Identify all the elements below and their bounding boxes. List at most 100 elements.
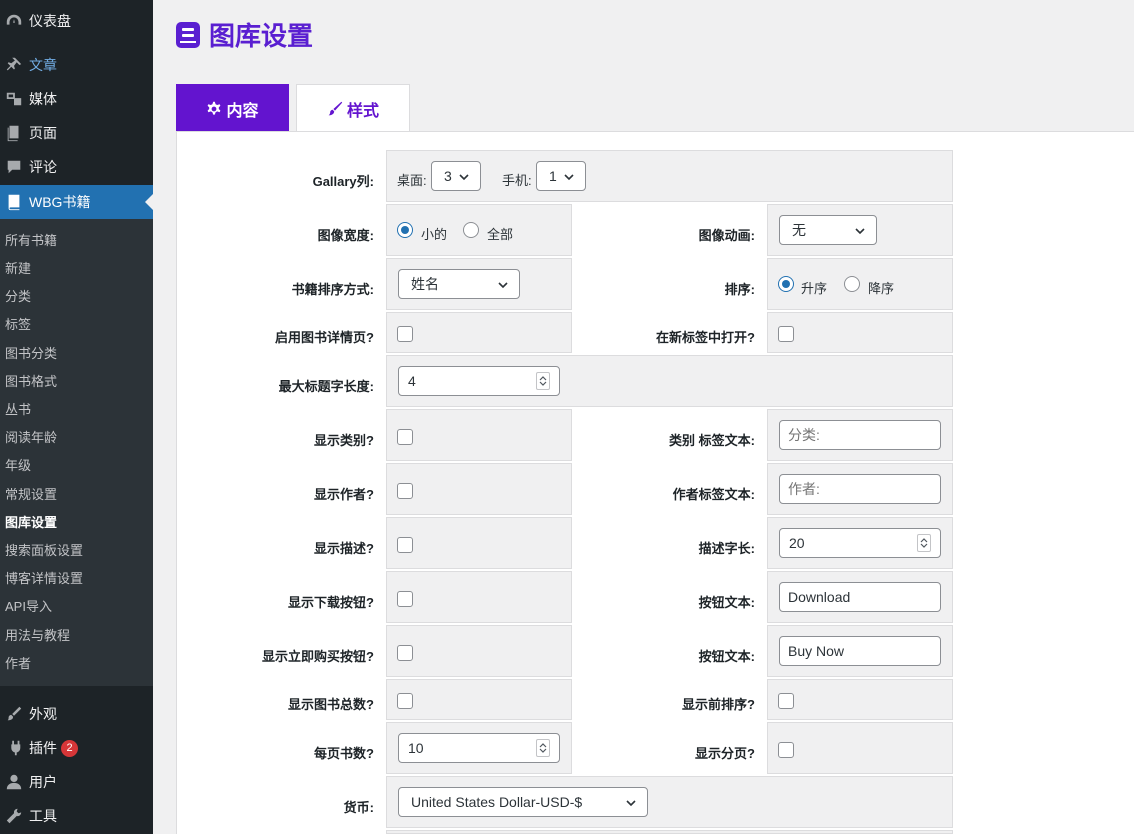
submenu-item[interactable]: 年级 bbox=[5, 457, 31, 475]
page-icon bbox=[2, 123, 26, 143]
category-text-input[interactable] bbox=[779, 420, 941, 450]
enable-detail-checkbox[interactable] bbox=[397, 326, 413, 342]
menu-item-wbg-books[interactable]: WBG书籍 bbox=[0, 185, 153, 219]
submenu-item[interactable]: API导入 bbox=[5, 598, 52, 616]
show-pagination-label: 显示分页? bbox=[695, 746, 755, 761]
chevron-down-icon bbox=[459, 174, 469, 181]
chevron-down-icon bbox=[539, 748, 547, 753]
image-width-label: 图像宽度: bbox=[317, 228, 374, 243]
submenu-item[interactable]: 作者 bbox=[5, 655, 31, 673]
image-width-small-radio[interactable] bbox=[397, 222, 413, 238]
download-text-label: 按钮文本: bbox=[698, 595, 755, 610]
chevron-down-icon bbox=[564, 174, 574, 181]
submenu-item[interactable]: 所有书籍 bbox=[5, 232, 57, 250]
sort-by-select[interactable]: 姓名 bbox=[398, 269, 520, 299]
menu-item-media[interactable]: 媒体 bbox=[0, 82, 153, 116]
sort-by-label: 书籍排序方式: bbox=[291, 282, 374, 297]
submenu-item[interactable]: 分类 bbox=[5, 288, 31, 306]
desc-len-number-input[interactable]: 20 bbox=[779, 528, 941, 558]
max-title-number-input[interactable]: 4 bbox=[398, 366, 560, 396]
order-desc-radio[interactable] bbox=[844, 276, 860, 292]
show-desc-label: 显示描述? bbox=[314, 541, 374, 556]
per-page-number-input[interactable]: 10 bbox=[398, 733, 560, 763]
menu-item-posts[interactable]: 文章 bbox=[0, 48, 153, 82]
menu-item-appearance[interactable]: 外观 bbox=[0, 697, 153, 731]
open-new-tab-label: 在新标签中打开? bbox=[656, 330, 755, 345]
show-buynow-checkbox[interactable] bbox=[397, 645, 413, 661]
download-text-input[interactable] bbox=[779, 582, 941, 612]
tab-style[interactable]: 样式 bbox=[296, 84, 410, 132]
menu-item-dashboard[interactable]: 仪表盘 bbox=[0, 4, 153, 38]
submenu-item[interactable]: 博客详情设置 bbox=[5, 570, 83, 588]
show-pagination-cell bbox=[767, 722, 953, 774]
number-value: 10 bbox=[408, 740, 424, 756]
buynow-text-input[interactable] bbox=[779, 636, 941, 666]
image-width-full-radio[interactable] bbox=[463, 222, 479, 238]
plugin-update-badge: 2 bbox=[61, 739, 78, 757]
order-asc-radio[interactable] bbox=[778, 276, 794, 292]
number-value: 4 bbox=[408, 373, 416, 389]
enable-detail-label: 启用图书详情页? bbox=[275, 330, 374, 345]
menu-item-pages[interactable]: 页面 bbox=[0, 116, 153, 150]
show-download-cell bbox=[386, 571, 572, 623]
select-value: 3 bbox=[444, 168, 452, 184]
image-anim-label: 图像动画: bbox=[698, 228, 755, 243]
chevron-down-icon bbox=[626, 800, 636, 807]
page-title: 图库设置 bbox=[175, 16, 313, 53]
menu-item-tools[interactable]: 工具 bbox=[0, 799, 153, 833]
select-value: 姓名 bbox=[411, 276, 439, 292]
open-new-tab-checkbox[interactable] bbox=[778, 326, 794, 342]
open-new-tab-cell bbox=[767, 312, 953, 353]
desktop-cols-select[interactable]: 3 bbox=[431, 161, 481, 191]
media-icon bbox=[2, 89, 26, 109]
chevron-down-icon bbox=[920, 543, 928, 548]
show-author-checkbox[interactable] bbox=[397, 483, 413, 499]
brush-icon bbox=[328, 101, 343, 115]
show-desc-checkbox[interactable] bbox=[397, 537, 413, 553]
menu-label: 插件 bbox=[29, 740, 57, 756]
submenu-item[interactable]: 搜索面板设置 bbox=[5, 542, 83, 560]
submenu-item[interactable]: 阅读年龄 bbox=[5, 429, 57, 447]
dashboard-icon bbox=[2, 11, 26, 31]
pin-icon bbox=[2, 55, 26, 75]
image-width-cell bbox=[386, 204, 572, 256]
brush-icon bbox=[2, 704, 26, 724]
book-icon bbox=[176, 21, 200, 48]
show-download-checkbox[interactable] bbox=[397, 591, 413, 607]
menu-item-plugins[interactable]: 插件 2 bbox=[0, 731, 153, 765]
submenu-item[interactable]: 用法与教程 bbox=[5, 627, 70, 645]
gear-icon bbox=[208, 101, 221, 115]
show-pagination-checkbox[interactable] bbox=[778, 742, 794, 758]
show-sort-checkbox[interactable] bbox=[778, 693, 794, 709]
submenu-item[interactable]: 标签 bbox=[5, 316, 31, 334]
submenu-item[interactable]: 新建 bbox=[5, 260, 31, 278]
spinner[interactable] bbox=[917, 534, 931, 552]
show-author-label: 显示作者? bbox=[314, 487, 374, 502]
submenu-item[interactable]: 丛书 bbox=[5, 401, 31, 419]
currency-select[interactable]: United States Dollar-USD-$ bbox=[398, 787, 648, 817]
submenu-item[interactable]: 图书格式 bbox=[5, 373, 57, 391]
show-category-checkbox[interactable] bbox=[397, 429, 413, 445]
mobile-cols-select[interactable]: 1 bbox=[536, 161, 586, 191]
spinner[interactable] bbox=[536, 739, 550, 757]
radio-label: 小的 bbox=[421, 227, 448, 242]
order-label: 排序: bbox=[724, 282, 755, 297]
chevron-down-icon bbox=[498, 282, 508, 289]
chevron-down-icon bbox=[855, 228, 865, 235]
user-icon bbox=[2, 772, 26, 792]
submenu-item-current[interactable]: 图库设置 bbox=[5, 514, 57, 532]
spinner[interactable] bbox=[536, 372, 550, 390]
next-row-cell bbox=[386, 830, 953, 834]
submenu-item[interactable]: 图书分类 bbox=[5, 345, 57, 363]
gallery-cols-label: Gallary列: bbox=[312, 174, 374, 189]
menu-item-comments[interactable]: 评论 bbox=[0, 150, 153, 184]
author-text-label: 作者标签文本: bbox=[672, 487, 755, 502]
menu-item-users[interactable]: 用户 bbox=[0, 765, 153, 799]
author-text-input[interactable] bbox=[779, 474, 941, 504]
image-anim-select[interactable]: 无 bbox=[779, 215, 877, 245]
tab-content[interactable]: 内容 bbox=[176, 84, 289, 132]
tab-label: 内容 bbox=[226, 102, 259, 120]
currency-label: 货币: bbox=[343, 800, 374, 815]
show-total-checkbox[interactable] bbox=[397, 693, 413, 709]
submenu-item[interactable]: 常规设置 bbox=[5, 486, 57, 504]
